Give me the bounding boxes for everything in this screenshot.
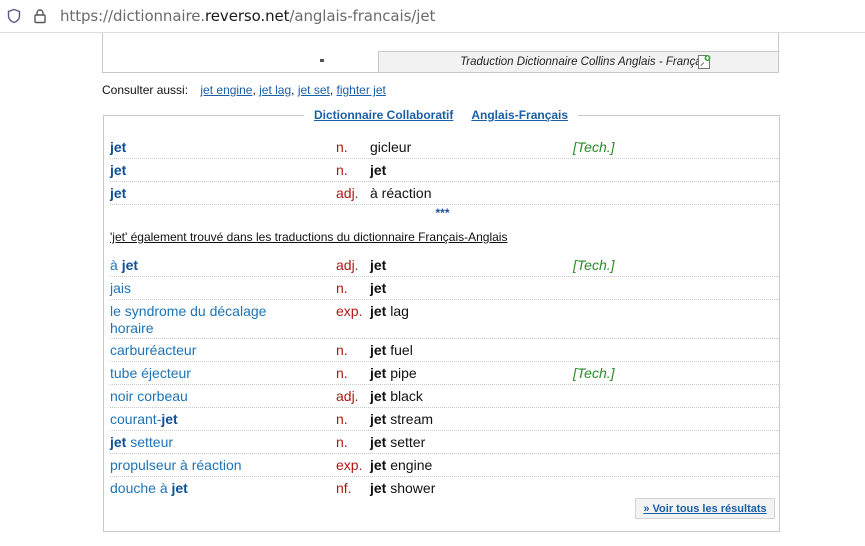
reverse-term[interactable]: jet setteur: [110, 434, 310, 451]
reverse-translation: jet: [370, 280, 387, 296]
reverse-term[interactable]: douche à jet: [110, 480, 310, 497]
reverse-row: à jet adj. jet [Tech.]: [110, 257, 779, 277]
collab-title-right[interactable]: Anglais-Français: [471, 108, 568, 122]
reverse-row: douche à jet nf. jet shower: [110, 480, 779, 500]
reverse-translation: jet pipe: [370, 365, 417, 381]
reverse-domain: [Tech.]: [573, 257, 615, 273]
see-all-results-button[interactable]: » Voir tous les résultats: [635, 498, 775, 519]
reverse-term[interactable]: noir corbeau: [110, 388, 310, 405]
reverse-translation: jet setter: [370, 434, 426, 450]
collins-footer-text: Traduction Dictionnaire Collins Anglais …: [460, 56, 710, 68]
reverse-pos: exp.: [336, 303, 363, 319]
reverse-row: le syndrome du décalage horaire exp. jet…: [110, 303, 779, 339]
entry-translation: jet: [370, 162, 387, 178]
reverse-term[interactable]: le syndrome du décalage horaire: [110, 303, 285, 337]
reverse-translation: jet shower: [370, 480, 436, 496]
reverse-pos: adj.: [336, 257, 359, 273]
see-also-link-jet-set[interactable]: jet set: [298, 83, 330, 97]
reverse-translation: jet engine: [370, 457, 433, 473]
collaborative-dictionary: Dictionnaire Collaboratif Anglais-Françai…: [103, 108, 780, 532]
reverse-row: jet setteur n. jet setter: [110, 434, 779, 454]
reverse-translation: jet black: [370, 388, 423, 404]
separator-stars: ***: [435, 206, 450, 220]
see-also-link-jet-lag[interactable]: jet lag: [259, 83, 291, 97]
reverse-row: tube éjecteur n. jet pipe [Tech.]: [110, 365, 779, 385]
reverse-translation: jet: [370, 257, 387, 273]
reverse-term[interactable]: propulseur à réaction: [110, 457, 310, 474]
entry-row: jet adj. à réaction: [110, 185, 779, 205]
reverse-translation: jet stream: [370, 411, 434, 427]
reverse-term[interactable]: tube éjecteur: [110, 365, 310, 382]
url-text[interactable]: https://dictionnaire.reverso.net/anglais…: [60, 7, 435, 25]
reverse-term[interactable]: jais: [110, 280, 310, 297]
reverse-pos: exp.: [336, 457, 363, 473]
reverse-pos: nf.: [336, 480, 352, 496]
reverse-row: noir corbeau adj. jet black: [110, 388, 779, 408]
entry-pos: n.: [336, 162, 348, 178]
collab-title[interactable]: Dictionnaire Collaboratif Anglais-Françai…: [304, 108, 579, 122]
reverse-pos: n.: [336, 434, 348, 450]
reverse-term[interactable]: carburéacteur: [110, 342, 310, 359]
see-also-label: Consulter aussi:: [102, 83, 189, 97]
see-also: Consulter aussi: jet engine, jet lag, je…: [102, 83, 386, 97]
entry-row: jet n. gicleur [Tech.]: [110, 139, 779, 159]
collins-footer: Traduction Dictionnaire Collins Anglais …: [378, 51, 778, 72]
entry-pos: adj.: [336, 185, 359, 201]
reverse-pos: n.: [336, 411, 348, 427]
see-also-link-jet-engine[interactable]: jet engine: [200, 83, 252, 97]
reverse-row: carburéacteur n. jet fuel: [110, 342, 779, 362]
entry-pos: n.: [336, 139, 348, 155]
reverse-translation: jet lag: [370, 303, 409, 319]
see-also-link-fighter-jet[interactable]: fighter jet: [337, 83, 386, 97]
reverse-translation: jet fuel: [370, 342, 413, 358]
entry-translation: gicleur: [370, 139, 412, 155]
reverse-pos: n.: [336, 280, 348, 296]
reverse-pos: adj.: [336, 388, 359, 404]
add-note-icon[interactable]: [696, 54, 712, 70]
reverse-row: jais n. jet: [110, 280, 779, 300]
collins-box: Traduction Dictionnaire Collins Anglais …: [102, 33, 779, 73]
also-found-text: 'jet' également trouvé dans les traducti…: [110, 230, 508, 244]
reverse-domain: [Tech.]: [573, 365, 615, 381]
reverse-term[interactable]: à jet: [110, 257, 310, 274]
entry-term[interactable]: jet: [110, 139, 310, 156]
reverse-pos: n.: [336, 342, 348, 358]
collab-title-left[interactable]: Dictionnaire Collaboratif: [314, 108, 453, 122]
lock-icon[interactable]: [32, 8, 48, 24]
reverse-row: propulseur à réaction exp. jet engine: [110, 457, 779, 477]
collins-text-fragment: [320, 59, 324, 62]
entry-row: jet n. jet: [110, 162, 779, 182]
entry-term[interactable]: jet: [110, 162, 310, 179]
entry-translation: à réaction: [370, 185, 432, 201]
reverse-row: courant-jet n. jet stream: [110, 411, 779, 431]
reverse-term[interactable]: courant-jet: [110, 411, 310, 428]
address-bar[interactable]: https://dictionnaire.reverso.net/anglais…: [0, 0, 865, 33]
entry-domain: [Tech.]: [573, 139, 615, 155]
shield-icon[interactable]: [6, 8, 22, 24]
entry-term[interactable]: jet: [110, 185, 310, 202]
reverse-pos: n.: [336, 365, 348, 381]
